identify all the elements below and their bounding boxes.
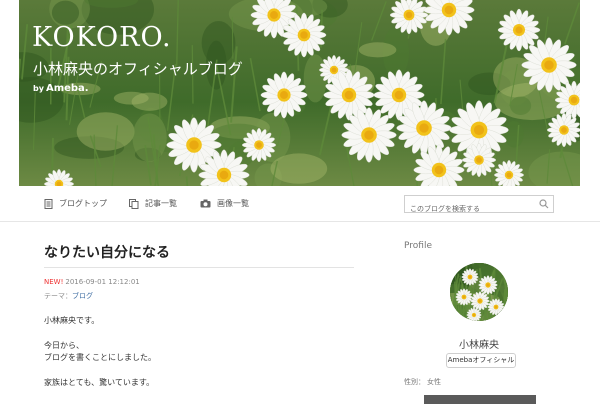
post-body-line: 小林麻央です。 <box>44 316 100 325</box>
post-theme: テーマ：ブログ <box>44 291 93 301</box>
official-badge: Amebaオフィシャル <box>446 353 516 368</box>
profile-gender: 性別： 女性 <box>404 377 441 387</box>
post-title[interactable]: なりたい自分になる <box>44 242 170 262</box>
avatar-image <box>450 263 508 321</box>
title-divider <box>44 267 354 268</box>
blog-title[interactable]: KOKORO. <box>32 22 172 53</box>
by-text: by <box>33 84 44 93</box>
nav-blog-top-label: ブログトップ <box>59 199 107 208</box>
copy-icon <box>129 198 139 209</box>
document-icon <box>44 198 53 209</box>
theme-link[interactable]: ブログ <box>72 292 93 300</box>
blog-subtitle: 小林麻央のオフィシャルブログ <box>33 60 243 78</box>
nav-blog-top[interactable]: ブログトップ <box>44 198 107 209</box>
post-meta: NEW! 2016-09-01 12:12:01 <box>44 278 140 286</box>
avatar[interactable] <box>450 263 508 321</box>
post-datetime: 2016-09-01 12:12:01 <box>65 278 140 286</box>
search-icon[interactable] <box>539 199 549 209</box>
follow-button[interactable] <box>424 395 536 404</box>
search-input[interactable] <box>405 201 535 217</box>
nav-image-list[interactable]: 画像一覧 <box>200 198 249 209</box>
profile-name[interactable]: 小林麻央 <box>404 336 554 351</box>
gender-value: 女性 <box>427 378 441 386</box>
gender-label: 性別： <box>404 378 425 386</box>
new-badge: NEW! <box>44 278 64 286</box>
post-body-line: ブログを書くことにしました。 <box>44 353 156 362</box>
post-body-line: 今日から、 <box>44 341 84 350</box>
camera-icon <box>200 199 211 208</box>
theme-label: テーマ： <box>44 292 72 300</box>
ameba-brand: Ameba. <box>45 83 89 94</box>
header-banner[interactable]: KOKORO. 小林麻央のオフィシャルブログ by Ameba. <box>19 0 580 186</box>
post-body-line: 家族はとても、驚いています。 <box>44 378 155 387</box>
profile-heading: Profile <box>404 241 432 251</box>
blog-search <box>404 195 554 217</box>
ameba-logo: by Ameba. <box>33 83 89 94</box>
nav-article-list[interactable]: 記事一覧 <box>129 198 177 209</box>
nav-article-list-label: 記事一覧 <box>145 199 177 208</box>
nav-image-list-label: 画像一覧 <box>217 199 249 208</box>
